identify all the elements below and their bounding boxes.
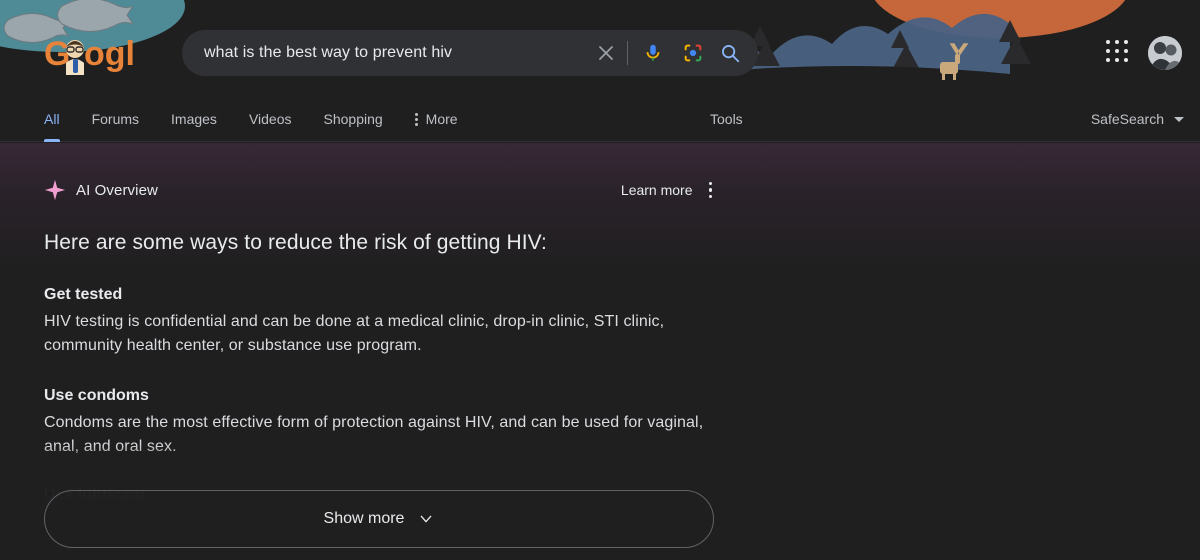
more-options-icon[interactable] — [705, 176, 717, 205]
ai-overview-lead-text: Here are some ways to reduce the risk of… — [44, 231, 547, 254]
section-heading: Use condoms — [44, 387, 149, 404]
tab-more[interactable]: More — [399, 96, 474, 142]
tab-videos[interactable]: Videos — [233, 96, 308, 142]
tab-shopping-label: Shopping — [323, 111, 383, 127]
active-tab-underline — [44, 139, 60, 142]
ai-overview-section: Get tested HIV testing is confidential a… — [44, 284, 716, 358]
account-avatar[interactable] — [1148, 36, 1182, 70]
svg-text:ogle: ogle — [84, 35, 136, 73]
ai-overview-content: AI Overview Learn more Here are some way… — [44, 143, 716, 507]
tab-videos-label: Videos — [248, 111, 292, 127]
section-body: HIV testing is confidential and can be d… — [44, 313, 665, 354]
ai-overview-actions: Learn more — [621, 176, 716, 205]
section-heading: Get tested — [44, 286, 123, 303]
ai-overview-section: Use condoms Condoms are the most effecti… — [44, 385, 716, 459]
google-search-results-page: G ogle what is the best way to prevent h… — [0, 0, 1200, 560]
show-more-label: Show more — [323, 510, 405, 527]
tab-forums[interactable]: Forums — [76, 96, 155, 142]
google-lens-icon[interactable] — [676, 30, 710, 76]
tab-images[interactable]: Images — [155, 96, 233, 142]
tools-label: Tools — [710, 111, 743, 127]
apps-grid-icon[interactable] — [1106, 40, 1132, 66]
tab-images-label: Images — [171, 111, 217, 127]
search-input[interactable]: what is the best way to prevent hiv — [182, 44, 589, 62]
tab-forums-label: Forums — [91, 111, 140, 127]
microphone-icon[interactable] — [636, 30, 670, 76]
more-vert-icon — [414, 112, 418, 126]
clear-icon[interactable] — [589, 30, 623, 76]
tab-more-label: More — [425, 111, 458, 127]
chevron-down-icon — [1174, 116, 1184, 122]
ai-sparkle-icon — [44, 179, 66, 201]
search-nav-bar: All Forums Images Videos Shopping More T… — [0, 96, 1200, 142]
tab-all-label: All — [44, 111, 60, 127]
search-submit-icon[interactable] — [710, 30, 750, 76]
tab-all[interactable]: All — [44, 96, 76, 142]
show-more-button[interactable]: Show more — [44, 490, 714, 548]
chevron-down-icon — [421, 515, 432, 523]
ai-overview-title: AI Overview — [76, 181, 158, 199]
learn-more-link[interactable]: Learn more — [621, 182, 693, 198]
ai-overview-panel: AI Overview Learn more Here are some way… — [0, 143, 1200, 560]
tools-button[interactable]: Tools — [710, 96, 743, 142]
search-header: G ogle what is the best way to prevent h… — [0, 0, 1200, 96]
tab-shopping[interactable]: Shopping — [308, 96, 399, 142]
search-divider — [627, 41, 628, 65]
safesearch-label: SafeSearch — [1090, 111, 1164, 127]
ai-overview-header: AI Overview Learn more — [44, 173, 716, 207]
search-box[interactable]: what is the best way to prevent hiv — [182, 30, 758, 76]
section-body: Condoms are the most effective form of p… — [44, 414, 704, 455]
search-tabs: All Forums Images Videos Shopping More — [44, 96, 474, 142]
safesearch-dropdown[interactable]: SafeSearch — [1091, 96, 1184, 142]
google-doodle-logo[interactable]: G ogle — [44, 33, 136, 75]
